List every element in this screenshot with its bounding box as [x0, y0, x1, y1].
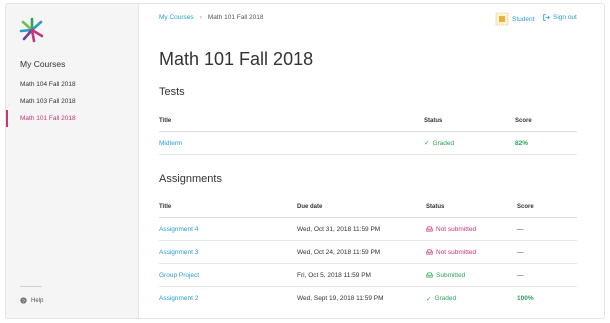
- status-badge: Not submitted: [426, 218, 476, 240]
- assignment-title-link[interactable]: Assignment 4: [159, 218, 198, 240]
- check-icon: ✓: [424, 140, 430, 147]
- breadcrumb-current: Math 101 Fall 2018: [207, 14, 264, 21]
- status-badge: ✓ Graded: [424, 132, 454, 154]
- col-status: Status: [424, 118, 443, 124]
- tests-table-header: Title Status Score: [159, 118, 577, 132]
- score-value: 82%: [515, 139, 529, 147]
- inbox-icon: [426, 226, 433, 232]
- status-badge: Submitted: [426, 264, 465, 286]
- table-row: Assignment 2 Wed, Sept 19, 2018 11:59 PM…: [159, 287, 577, 310]
- due-date: Fri, Oct 5, 2018 11:59 PM: [297, 271, 371, 279]
- status-badge: ✓ Graded: [426, 287, 456, 310]
- sidebar-divider: [20, 286, 42, 287]
- due-date: Wed, Sept 19, 2018 11:59 PM: [297, 295, 384, 302]
- sign-out-label: Sign out: [553, 14, 577, 21]
- sidebar-item-math-103[interactable]: Math 103 Fall 2018: [6, 93, 138, 110]
- tests-heading: Tests: [159, 86, 185, 98]
- sign-out-link[interactable]: Sign out: [543, 14, 577, 21]
- assignment-title-link[interactable]: Group Project: [159, 264, 199, 286]
- user-menu[interactable]: Student: [495, 12, 534, 26]
- check-icon: ✓: [426, 295, 432, 303]
- status-text: Not submitted: [436, 225, 477, 233]
- sidebar-item-math-104[interactable]: Math 104 Fall 2018: [6, 76, 138, 93]
- col-title: Title: [159, 118, 172, 124]
- sign-out-icon: [543, 14, 550, 21]
- test-title-link[interactable]: Midterm: [159, 132, 182, 154]
- top-bar: My Courses › Math 101 Fall 2018 Student …: [139, 4, 604, 32]
- course-list: Math 104 Fall 2018 Math 103 Fall 2018 Ma…: [6, 76, 138, 127]
- col-title: Title: [159, 204, 172, 210]
- app-window: My Courses Math 104 Fall 2018 Math 103 F…: [5, 3, 605, 319]
- due-date: Wed, Oct 31, 2018 11:59 PM: [297, 225, 381, 233]
- status-badge: Not submitted: [426, 241, 476, 263]
- assignments-table-header: Title Due date Status Score: [159, 204, 577, 218]
- user-avatar-icon: [495, 12, 509, 26]
- col-status: Status: [426, 204, 445, 210]
- logo-icon[interactable]: [18, 16, 46, 44]
- help-link[interactable]: ? Help: [20, 297, 43, 304]
- score-value: 100%: [517, 295, 534, 302]
- assignment-title-link[interactable]: Assignment 3: [159, 241, 198, 263]
- inbox-icon: [426, 272, 433, 278]
- status-text: Not submitted: [436, 248, 477, 256]
- breadcrumb-my-courses[interactable]: My Courses: [159, 14, 194, 21]
- status-text: Graded: [432, 139, 455, 147]
- table-row: Assignment 4 Wed, Oct 31, 2018 11:59 PM …: [159, 218, 577, 241]
- breadcrumb-separator: ›: [199, 14, 202, 21]
- svg-text:?: ?: [22, 298, 25, 304]
- sidebar: My Courses Math 104 Fall 2018 Math 103 F…: [6, 4, 139, 318]
- page-title: Math 101 Fall 2018: [159, 49, 314, 69]
- col-due-date: Due date: [297, 204, 323, 210]
- score-value: —: [517, 271, 524, 279]
- col-score: Score: [515, 118, 532, 124]
- status-text: Submitted: [436, 271, 466, 279]
- inbox-icon: [426, 249, 433, 255]
- table-row: Group Project Fri, Oct 5, 2018 11:59 PM …: [159, 264, 577, 287]
- col-score: Score: [517, 204, 534, 210]
- breadcrumb: My Courses › Math 101 Fall 2018: [159, 14, 264, 21]
- help-icon: ?: [20, 297, 27, 304]
- score-value: —: [517, 225, 524, 233]
- assignment-title-link[interactable]: Assignment 2: [159, 287, 198, 310]
- status-text: Graded: [434, 295, 457, 302]
- assignments-heading: Assignments: [159, 173, 222, 185]
- score-value: —: [517, 248, 524, 256]
- sidebar-item-math-101[interactable]: Math 101 Fall 2018: [6, 110, 138, 127]
- help-label: Help: [31, 297, 44, 304]
- table-row: Midterm ✓ Graded 82%: [159, 132, 577, 155]
- table-row: Assignment 3 Wed, Oct 24, 2018 11:59 PM …: [159, 241, 577, 264]
- sidebar-heading: My Courses: [20, 59, 66, 69]
- due-date: Wed, Oct 24, 2018 11:59 PM: [297, 248, 381, 256]
- user-label: Student: [512, 15, 535, 23]
